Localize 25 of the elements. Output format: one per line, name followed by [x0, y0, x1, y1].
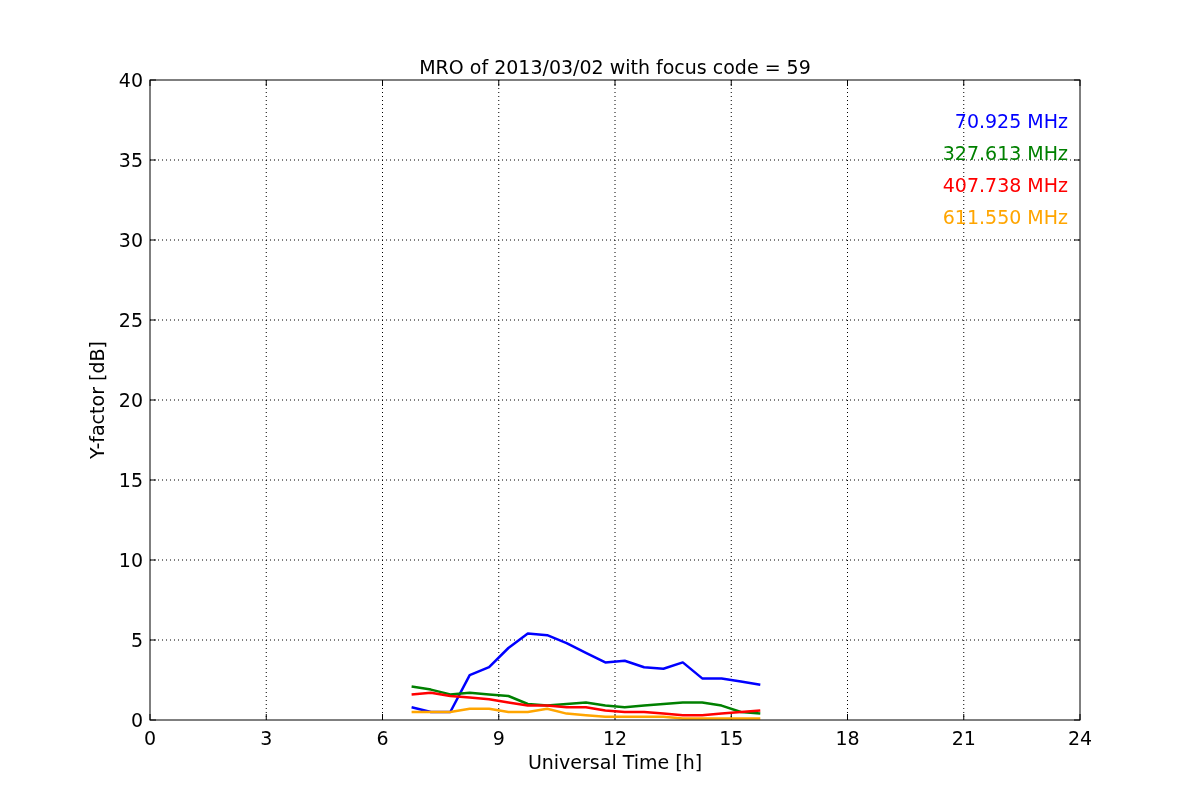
x-tick-label: 0	[143, 727, 157, 749]
y-tick-label: 35	[118, 149, 143, 171]
x-tick-label: 12	[602, 727, 628, 749]
y-tick-label: 20	[118, 389, 143, 411]
y-tick-label: 10	[118, 549, 143, 571]
chart-title: MRO of 2013/03/02 with focus code = 59	[419, 56, 811, 78]
y-tick-label: 40	[118, 69, 143, 91]
legend-label: 611.550 MHz	[942, 206, 1068, 228]
x-tick-label: 6	[376, 727, 389, 749]
y-tick-label: 25	[118, 309, 143, 331]
x-tick-label: 24	[1067, 727, 1093, 749]
legend-label: 407.738 MHz	[942, 174, 1068, 196]
x-tick-label: 15	[719, 727, 744, 749]
legend-label: 327.613 MHz	[942, 142, 1068, 164]
x-tick-label: 18	[835, 727, 860, 749]
x-tick-label: 21	[951, 727, 976, 749]
x-tick-label: 3	[260, 727, 273, 749]
y-axis-label: Y-factor [dB]	[86, 341, 108, 459]
x-tick-label: 9	[492, 727, 505, 749]
y-tick-label: 15	[118, 469, 143, 491]
legend-label: 70.925 MHz	[954, 110, 1068, 132]
y-tick-label: 0	[130, 709, 143, 731]
y-tick-label: 30	[118, 229, 143, 251]
x-axis-label: Universal Time [h]	[527, 751, 703, 773]
y-tick-label: 5	[130, 629, 143, 651]
